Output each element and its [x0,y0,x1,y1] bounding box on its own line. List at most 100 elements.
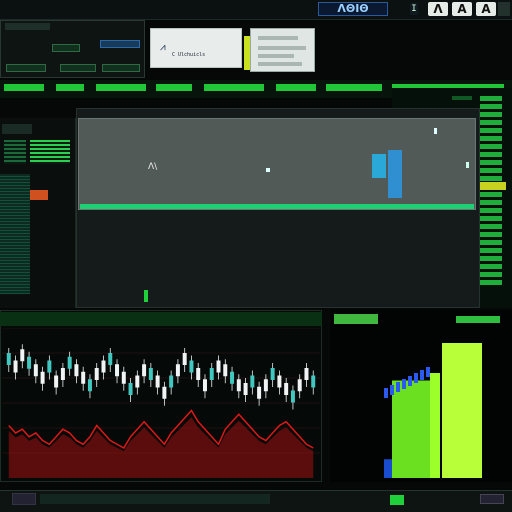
indicator-cell [480,128,502,133]
candle-body [101,360,106,373]
bar-step [414,373,418,383]
indicator-cell [480,176,502,181]
indicator-cell [480,192,502,197]
indicator-cell [480,120,502,125]
toolbar-button-1[interactable]: Λ [428,2,448,16]
left-data-block [4,140,26,164]
bar-step [384,388,388,398]
bar-panel-tag [456,316,500,323]
candle-body [236,379,241,392]
indicator-cell [480,112,502,117]
candle-body [40,371,45,384]
logo-label: C Ulchuicls [172,52,206,58]
indicator-cell [480,144,502,149]
info-indicator [100,40,140,48]
candle-body [13,360,18,373]
ticker-item[interactable] [96,84,146,91]
candle-body [115,364,120,377]
candle-body [263,379,268,392]
candle-body [202,379,207,392]
plot-marker [466,162,469,168]
candle-body [155,375,160,388]
toolbar-button-3[interactable]: A [476,2,496,16]
bar [442,343,482,478]
candle-body [230,371,235,384]
indicator-cell [480,232,502,237]
indicator-cell [480,96,502,101]
bar-step [426,367,430,377]
candle-body [128,383,133,395]
ticker-item[interactable] [4,84,44,91]
indicator-cell [480,216,502,221]
bar-step [390,385,394,395]
main-plot[interactable] [78,118,476,210]
candle-body [74,364,79,377]
candle-body [243,383,248,395]
ticker-item[interactable] [276,84,316,91]
series-line [8,409,314,450]
candle-body [162,386,167,399]
indicator-cell [452,96,472,100]
indicator-cell [480,152,502,157]
info-indicator [6,64,46,72]
main-blue-bar [372,154,386,178]
indicator-cell [480,224,502,229]
indicator-cell [480,160,502,165]
toolbar-button-2[interactable]: A [452,2,472,16]
candle-body [6,353,11,365]
main-plot-label: Λ\ [148,162,158,172]
status-indicator [390,495,404,505]
indicator-highlight [478,182,506,190]
indicator-cell [480,240,502,245]
candle-body [257,386,262,399]
main-blue-bar [388,150,402,198]
info-indicator [60,64,96,72]
toolbar-marker[interactable]: I [410,3,418,15]
main-baseline [80,204,474,209]
bar [392,380,430,478]
plot-tick [144,290,148,302]
candle-body [60,368,65,380]
candle-body [284,383,289,395]
candle-body [311,375,316,388]
left-alert [30,190,48,200]
left-data-list[interactable] [0,174,30,294]
status-button[interactable] [12,493,36,505]
candle-body [169,375,174,388]
left-panel-title [2,124,32,134]
indicator-cell [480,208,502,213]
brand-badge: ΛΘΙΘ [318,2,388,16]
candle-body [67,356,72,369]
bar-chart[interactable] [330,328,510,478]
candle-body [196,368,201,380]
ticker-item[interactable] [56,84,84,91]
plot-marker [434,128,437,134]
candle-body [209,368,214,380]
status-menu-button[interactable] [480,494,504,504]
indicator-cell [480,248,502,253]
candle-body [142,364,147,377]
candle-body [135,375,140,388]
candle-body [27,356,32,369]
indicator-cell [480,256,502,261]
candle-body [121,371,126,384]
indicator-cell [480,168,502,173]
candle-body [148,368,153,380]
indicator-cell [480,200,502,205]
window-control[interactable] [498,2,510,16]
candle-body [47,360,52,373]
ticker-item[interactable] [326,84,382,91]
candle-body [54,375,59,388]
candle-body [33,364,38,377]
info-indicator [52,44,80,52]
ticker-item[interactable] [156,84,192,91]
candle-body [270,368,275,380]
candle-body [277,375,282,388]
candlestick-chart[interactable] [2,328,320,478]
detail-line [258,46,306,50]
candle-body [250,375,255,388]
ticker-item[interactable] [204,84,264,91]
indicator-cell [480,280,502,285]
indicator-cell [480,264,502,269]
candle-body [304,368,309,380]
